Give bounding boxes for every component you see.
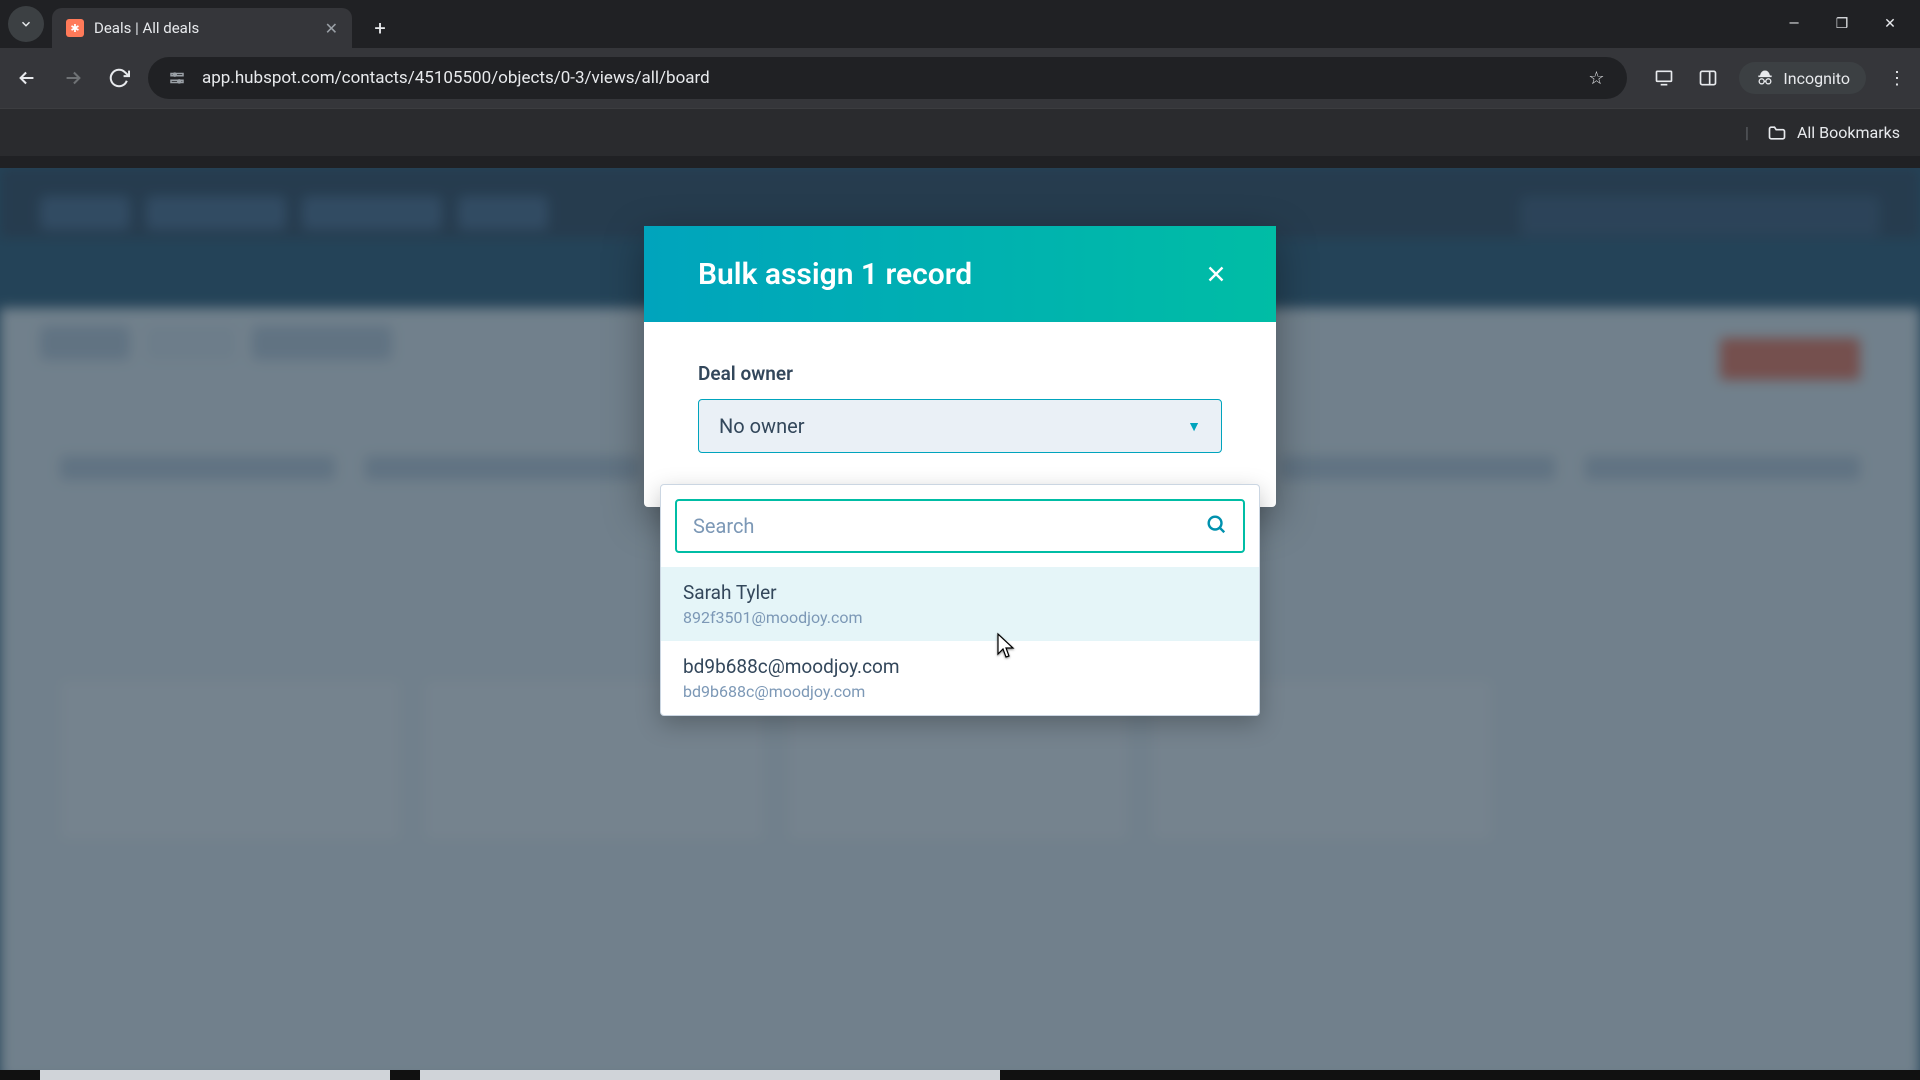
chevron-down-icon — [19, 17, 33, 31]
page-viewport: Bulk assign 1 record Deal owner No owner… — [0, 168, 1920, 1080]
site-settings-icon[interactable] — [166, 67, 188, 89]
modal-title: Bulk assign 1 record — [698, 257, 972, 292]
select-value: No owner — [719, 414, 805, 438]
owner-option-email: bd9b688c@moodjoy.com — [683, 682, 1237, 701]
bulk-assign-modal: Bulk assign 1 record Deal owner No owner… — [644, 226, 1276, 507]
owner-option-name: bd9b688c@moodjoy.com — [683, 655, 1237, 678]
tab-title: Deals | All deals — [94, 19, 315, 37]
owner-dropdown: Sarah Tyler 892f3501@moodjoy.com bd9b688… — [644, 470, 1276, 716]
tab-search-button[interactable] — [8, 6, 44, 42]
owner-search-input[interactable] — [693, 514, 1205, 538]
browser-tab[interactable]: ✱ Deals | All deals ✕ — [52, 8, 352, 48]
toolbar-right: Incognito ⋮ — [1651, 62, 1910, 94]
minimize-button[interactable]: ― — [1784, 16, 1804, 32]
back-button[interactable] — [10, 61, 44, 95]
incognito-badge[interactable]: Incognito — [1739, 62, 1866, 94]
arrow-right-icon — [62, 67, 84, 89]
taskbar-segment — [40, 1070, 390, 1080]
arrow-left-icon — [16, 67, 38, 89]
owner-option[interactable]: bd9b688c@moodjoy.com bd9b688c@moodjoy.co… — [661, 641, 1259, 715]
caret-down-icon: ▼ — [1187, 418, 1201, 435]
modal-header: Bulk assign 1 record — [644, 226, 1276, 322]
close-icon — [1203, 261, 1229, 287]
media-control-icon[interactable] — [1651, 65, 1677, 91]
bookmarks-separator: | — [1745, 123, 1749, 142]
browser-chrome: ✱ Deals | All deals ✕ + ― ❐ ✕ app.hubspo… — [0, 0, 1920, 168]
forward-button[interactable] — [56, 61, 90, 95]
reload-icon — [108, 67, 130, 89]
url-bar[interactable]: app.hubspot.com/contacts/45105500/object… — [148, 57, 1627, 99]
url-text: app.hubspot.com/contacts/45105500/object… — [202, 68, 710, 88]
owner-option-name: Sarah Tyler — [683, 581, 1237, 604]
new-tab-button[interactable]: + — [364, 12, 396, 44]
deal-owner-label: Deal owner — [698, 362, 1222, 385]
window-controls: ― ❐ ✕ — [1784, 16, 1912, 32]
deal-owner-select[interactable]: No owner ▼ — [698, 399, 1222, 453]
modal-close-button[interactable] — [1196, 254, 1236, 294]
all-bookmarks-link[interactable]: All Bookmarks — [1797, 123, 1900, 142]
folder-icon — [1767, 123, 1787, 143]
incognito-icon — [1755, 68, 1775, 88]
bookmarks-bar: | All Bookmarks — [0, 108, 1920, 156]
side-panel-icon[interactable] — [1695, 65, 1721, 91]
bookmark-star-icon[interactable]: ☆ — [1583, 65, 1609, 91]
reload-button[interactable] — [102, 61, 136, 95]
hubspot-favicon: ✱ — [66, 19, 84, 37]
owner-option[interactable]: Sarah Tyler 892f3501@moodjoy.com — [661, 567, 1259, 641]
address-bar: app.hubspot.com/contacts/45105500/object… — [0, 48, 1920, 108]
maximize-button[interactable]: ❐ — [1832, 16, 1852, 32]
tab-close-icon[interactable]: ✕ — [325, 19, 338, 38]
search-icon — [1205, 513, 1227, 540]
owner-option-email: 892f3501@moodjoy.com — [683, 608, 1237, 627]
browser-titlebar: ✱ Deals | All deals ✕ + ― ❐ ✕ — [0, 0, 1920, 48]
incognito-label: Incognito — [1783, 69, 1850, 88]
browser-menu-icon[interactable]: ⋮ — [1884, 65, 1910, 91]
owner-search-input-wrap — [675, 499, 1245, 553]
close-window-button[interactable]: ✕ — [1880, 16, 1900, 32]
taskbar-segment — [420, 1070, 1000, 1080]
